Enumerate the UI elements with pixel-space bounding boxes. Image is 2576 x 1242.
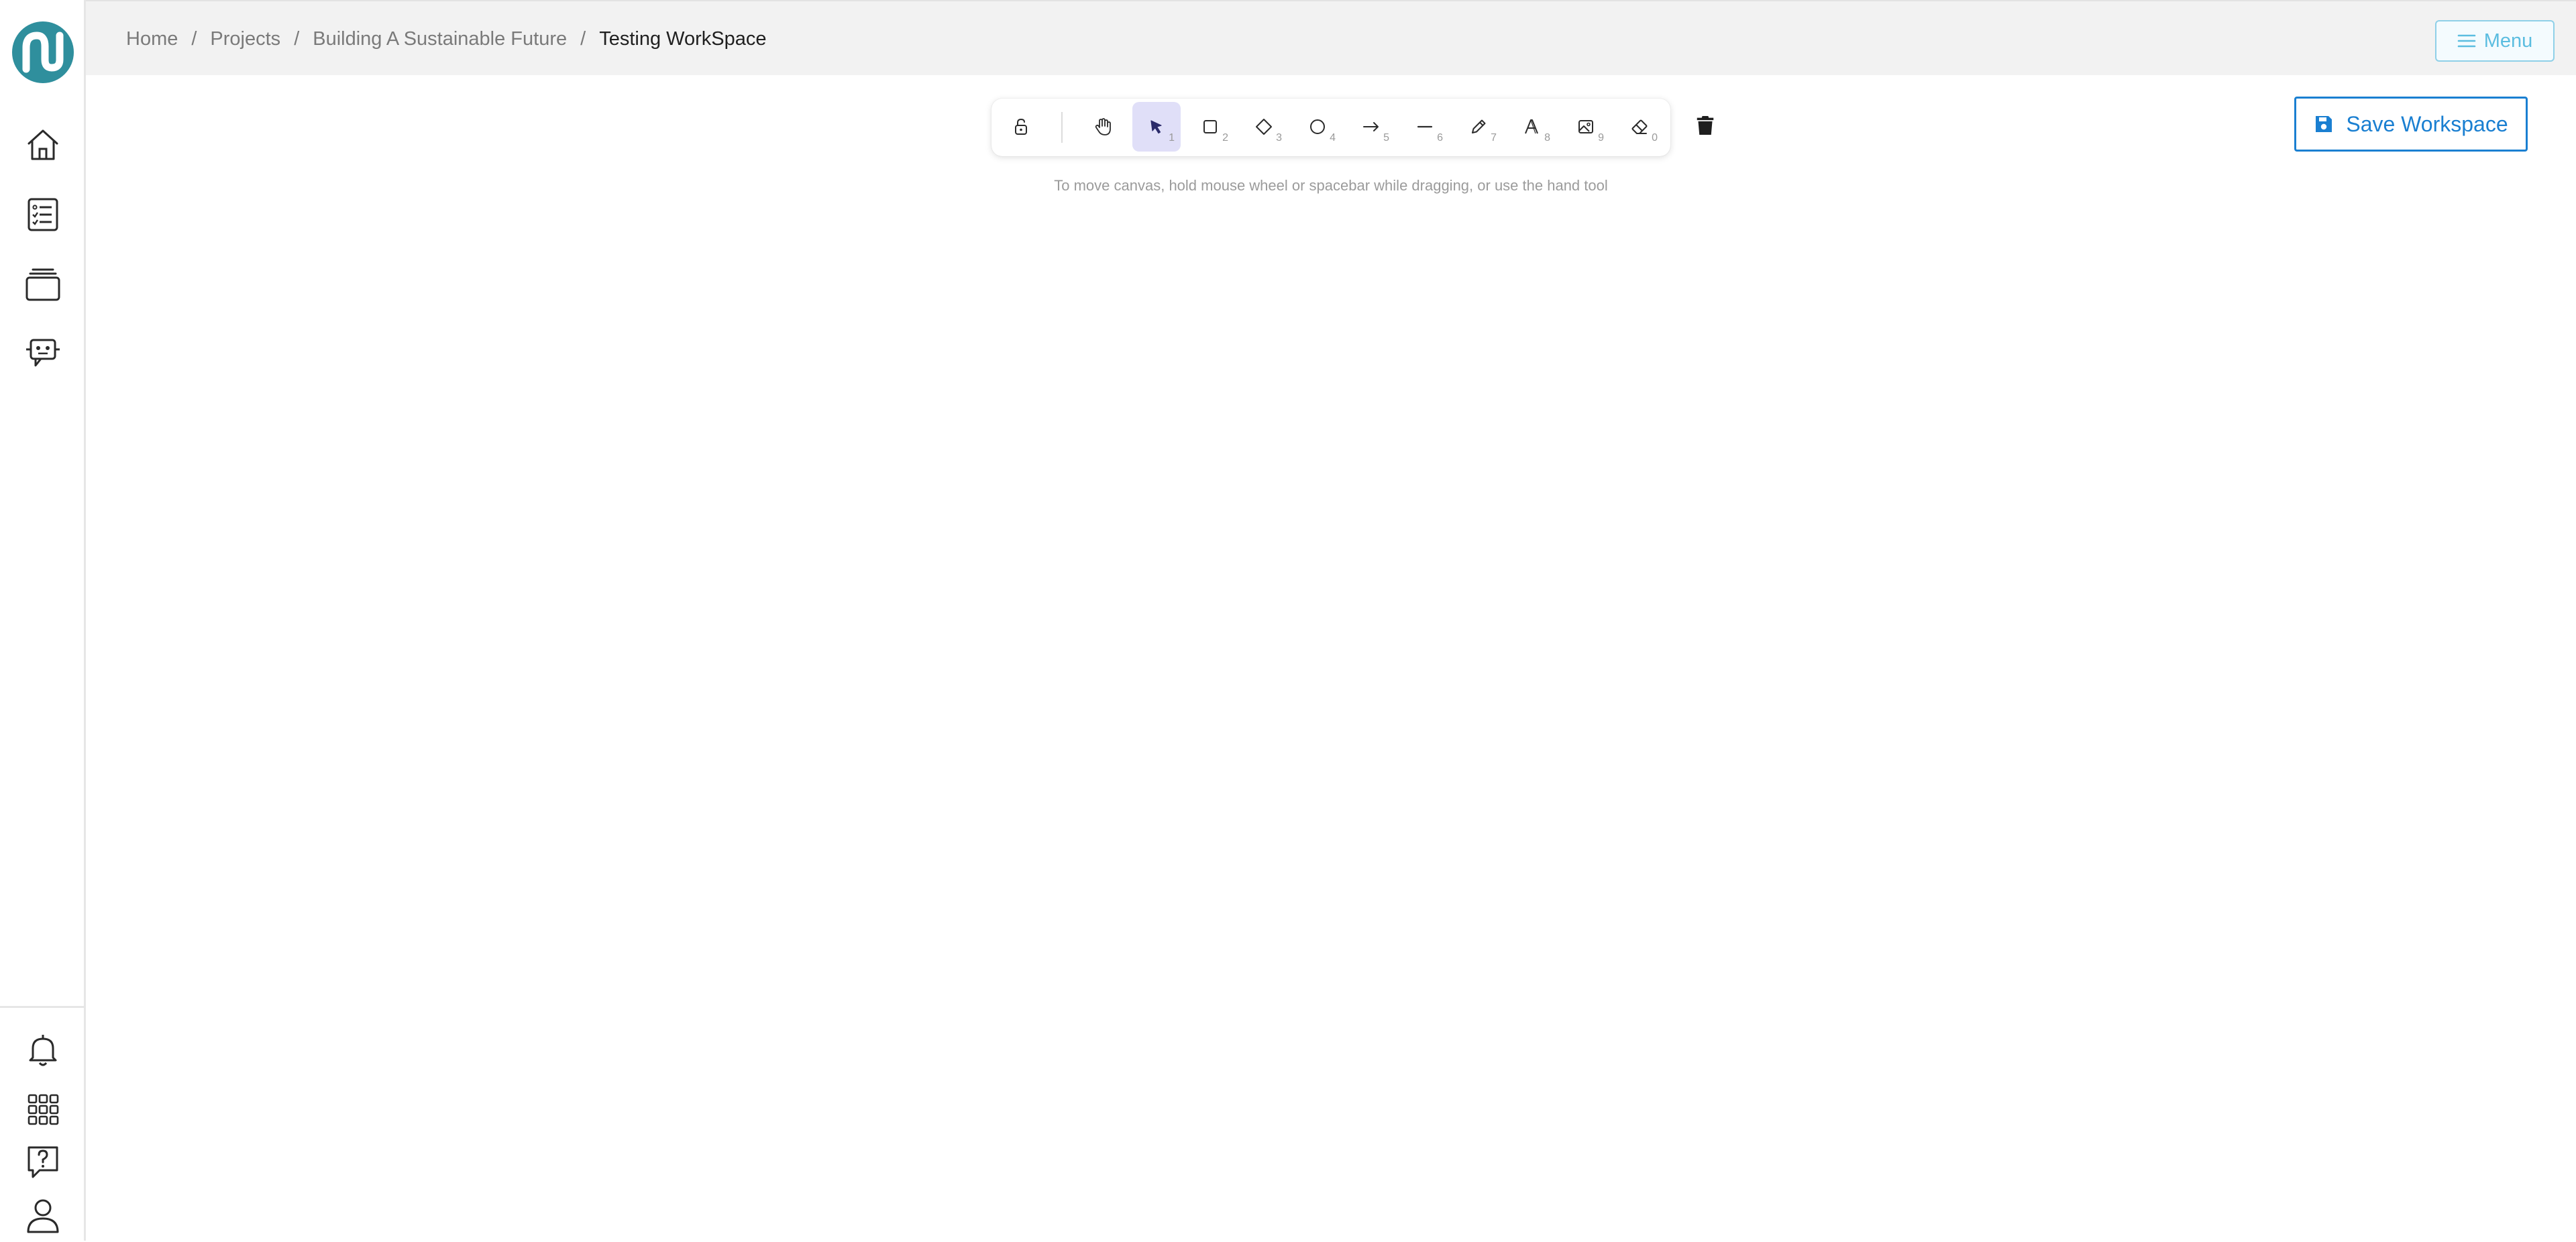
tool-hand[interactable] <box>1079 102 1127 152</box>
toolbar-divider <box>1061 112 1063 143</box>
breadcrumb-separator: / <box>191 27 197 50</box>
tool-line[interactable]: 6 <box>1401 102 1449 152</box>
pencil-icon <box>1472 119 1486 133</box>
sidebar-item-help[interactable] <box>16 1135 70 1188</box>
tool-key: 1 <box>1169 132 1175 144</box>
arrow-icon <box>1363 122 1379 131</box>
apps-grid-icon <box>28 1094 59 1125</box>
breadcrumb: Home / Projects / Building A Sustainable… <box>126 1 767 76</box>
eraser-icon <box>1631 119 1648 134</box>
trash-icon <box>1697 116 1714 135</box>
sidebar-item-profile[interactable] <box>16 1188 70 1242</box>
breadcrumb-separator: / <box>580 27 586 50</box>
sidebar-item-tasks[interactable] <box>16 188 70 241</box>
user-profile-icon <box>27 1199 59 1233</box>
help-question-icon <box>28 1146 58 1178</box>
hand-icon <box>1095 118 1111 135</box>
tool-key: 8 <box>1544 132 1550 144</box>
sidebar-item-notifications[interactable] <box>16 1023 70 1077</box>
text-icon <box>1525 119 1538 134</box>
breadcrumb-home[interactable]: Home <box>126 28 178 50</box>
breadcrumb-projects[interactable]: Projects <box>210 28 280 50</box>
bell-icon <box>29 1035 57 1066</box>
home-icon <box>28 129 58 160</box>
save-workspace-button[interactable]: Save Workspace <box>2294 97 2528 152</box>
tool-select[interactable]: 1 <box>1132 102 1181 152</box>
tool-text[interactable]: 8 <box>1508 102 1556 152</box>
drawing-toolbar: 1 2 3 4 5 6 7 8 9 0 <box>991 99 1670 156</box>
tool-key: 7 <box>1491 132 1497 144</box>
breadcrumb-current: Testing WorkSpace <box>599 27 767 50</box>
sidebar-divider <box>0 1006 86 1008</box>
top-header: Home / Projects / Building A Sustainable… <box>86 0 2576 75</box>
tool-ellipse[interactable]: 4 <box>1293 102 1342 152</box>
sidebar-item-ai-assistant[interactable] <box>16 326 70 380</box>
tool-rectangle[interactable]: 2 <box>1186 102 1234 152</box>
tool-key: 4 <box>1330 132 1336 144</box>
tool-eraser[interactable]: 0 <box>1615 102 1664 152</box>
tool-image[interactable]: 9 <box>1562 102 1610 152</box>
checklist-icon <box>28 198 58 231</box>
diamond-icon <box>1256 119 1272 135</box>
pointer-icon <box>1150 120 1162 134</box>
circle-icon <box>1310 119 1325 134</box>
menu-label: Menu <box>2483 30 2533 52</box>
save-workspace-label: Save Workspace <box>2346 111 2508 136</box>
rectangle-icon <box>1203 120 1217 133</box>
tool-key: 0 <box>1652 132 1658 144</box>
tool-key: 2 <box>1222 132 1228 144</box>
save-icon <box>2316 116 2332 132</box>
lock-open-icon <box>1015 118 1027 135</box>
canvas-hint: To move canvas, hold mouse wheel or spac… <box>1054 177 1608 194</box>
menu-button[interactable]: Menu <box>2435 20 2555 62</box>
tool-key: 9 <box>1598 132 1604 144</box>
tool-draw[interactable]: 7 <box>1454 102 1503 152</box>
sidebar-item-workspaces[interactable] <box>16 258 70 311</box>
sidebar <box>0 0 86 1241</box>
tool-lock[interactable] <box>997 102 1045 152</box>
sidebar-item-apps[interactable] <box>16 1082 70 1136</box>
hamburger-icon <box>2457 34 2476 48</box>
delete-button[interactable] <box>1692 111 1719 140</box>
ai-chat-bot-icon <box>26 339 60 367</box>
tool-key: 6 <box>1437 132 1443 144</box>
tool-key: 3 <box>1276 132 1282 144</box>
tool-key: 5 <box>1383 132 1389 144</box>
tool-diamond[interactable]: 3 <box>1240 102 1288 152</box>
sidebar-item-home[interactable] <box>16 118 70 172</box>
stacked-cards-icon <box>25 268 60 301</box>
tool-arrow[interactable]: 5 <box>1347 102 1395 152</box>
breadcrumb-project[interactable]: Building A Sustainable Future <box>313 28 567 50</box>
line-icon <box>1417 125 1433 128</box>
breadcrumb-separator: / <box>294 27 300 50</box>
image-icon <box>1578 120 1593 133</box>
nexus-logo-icon[interactable] <box>11 21 74 84</box>
